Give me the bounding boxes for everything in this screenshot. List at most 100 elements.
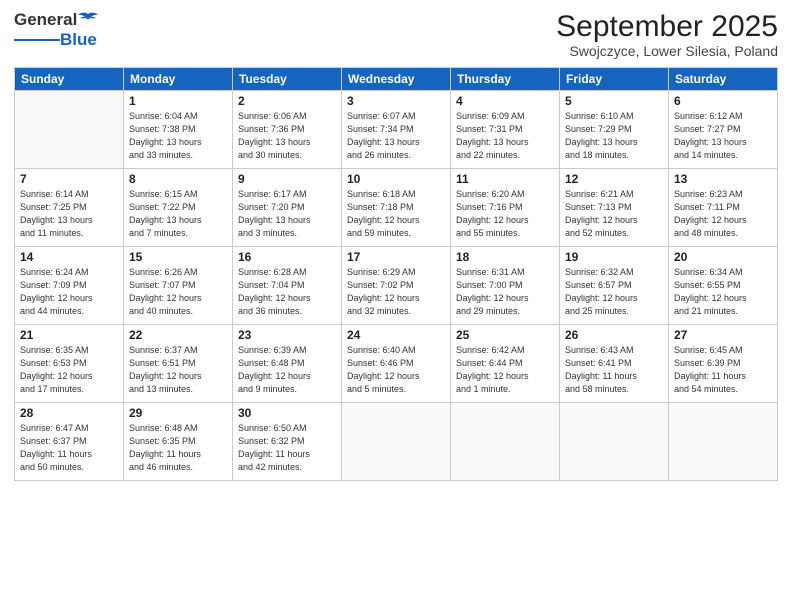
calendar-cell: 25Sunrise: 6:42 AMSunset: 6:44 PMDayligh… <box>451 325 560 403</box>
day-info: Sunrise: 6:23 AMSunset: 7:11 PMDaylight:… <box>674 188 772 240</box>
calendar-cell: 15Sunrise: 6:26 AMSunset: 7:07 PMDayligh… <box>124 247 233 325</box>
day-info: Sunrise: 6:32 AMSunset: 6:57 PMDaylight:… <box>565 266 663 318</box>
day-number: 19 <box>565 250 663 264</box>
day-number: 30 <box>238 406 336 420</box>
day-info: Sunrise: 6:31 AMSunset: 7:00 PMDaylight:… <box>456 266 554 318</box>
weekday-header-row: SundayMondayTuesdayWednesdayThursdayFrid… <box>15 68 778 91</box>
calendar-cell <box>560 403 669 481</box>
calendar-cell: 11 Sunrise: 6:20 AMSunset: 7:16 PMDayligh… <box>451 169 560 247</box>
day-number: 26 <box>565 328 663 342</box>
calendar-cell: 12Sunrise: 6:21 AMSunset: 7:13 PMDayligh… <box>560 169 669 247</box>
day-info: Sunrise: 6:06 AMSunset: 7:36 PMDaylight:… <box>238 110 336 162</box>
day-number: 10 <box>347 172 445 186</box>
calendar-cell: 16 Sunrise: 6:28 AMSunset: 7:04 PMDayligh… <box>233 247 342 325</box>
day-number: 27 <box>674 328 772 342</box>
calendar-cell: 22 Sunrise: 6:37 AMSunset: 6:51 PMDayligh… <box>124 325 233 403</box>
day-number: 14 <box>20 250 118 264</box>
day-info: Sunrise: 6:40 AMSunset: 6:46 PMDaylight:… <box>347 344 445 396</box>
day-info: Sunrise: 6:24 AMSunset: 7:09 PMDaylight:… <box>20 266 118 318</box>
day-number: 12 <box>565 172 663 186</box>
calendar-cell: 23 Sunrise: 6:39 AMSunset: 6:48 PMDayligh… <box>233 325 342 403</box>
day-info: Sunrise: 6:18 AMSunset: 7:18 PMDaylight:… <box>347 188 445 240</box>
calendar-week-row: 28Sunrise: 6:47 AMSunset: 6:37 PMDayligh… <box>15 403 778 481</box>
day-number: 23 <box>238 328 336 342</box>
day-info: Sunrise: 6:50 AMSunset: 6:32 PMDaylight:… <box>238 422 336 474</box>
day-info: Sunrise: 6:43 AMSunset: 6:41 PMDaylight:… <box>565 344 663 396</box>
calendar-cell: 6Sunrise: 6:12 AMSunset: 7:27 PMDaylight… <box>669 91 778 169</box>
logo-bird-icon <box>78 12 98 28</box>
day-info: Sunrise: 6:09 AMSunset: 7:31 PMDaylight:… <box>456 110 554 162</box>
weekday-header-tuesday: Tuesday <box>233 68 342 91</box>
day-info: Sunrise: 6:07 AMSunset: 7:34 PMDaylight:… <box>347 110 445 162</box>
logo-blue: Blue <box>60 30 97 50</box>
calendar-week-row: 21Sunrise: 6:35 AMSunset: 6:53 PMDayligh… <box>15 325 778 403</box>
day-info: Sunrise: 6:42 AMSunset: 6:44 PMDaylight:… <box>456 344 554 396</box>
day-number: 16 <box>238 250 336 264</box>
weekday-header-sunday: Sunday <box>15 68 124 91</box>
logo: General Blue <box>14 10 99 50</box>
day-number: 22 <box>129 328 227 342</box>
calendar-cell: 8 Sunrise: 6:15 AMSunset: 7:22 PMDaylight… <box>124 169 233 247</box>
day-number: 18 <box>456 250 554 264</box>
day-number: 2 <box>238 94 336 108</box>
calendar-cell <box>15 91 124 169</box>
day-number: 9 <box>238 172 336 186</box>
calendar-cell: 27 Sunrise: 6:45 AMSunset: 6:39 PMDayligh… <box>669 325 778 403</box>
day-number: 1 <box>129 94 227 108</box>
title-block: September 2025 Swojczyce, Lower Silesia,… <box>556 10 778 59</box>
calendar-cell: 14 Sunrise: 6:24 AMSunset: 7:09 PMDayligh… <box>15 247 124 325</box>
day-info: Sunrise: 6:35 AMSunset: 6:53 PMDaylight:… <box>20 344 118 396</box>
calendar-table: SundayMondayTuesdayWednesdayThursdayFrid… <box>14 67 778 481</box>
day-info: Sunrise: 6:45 AMSunset: 6:39 PMDaylight:… <box>674 344 772 396</box>
day-info: Sunrise: 6:04 AMSunset: 7:38 PMDaylight:… <box>129 110 227 162</box>
calendar-cell: 4 Sunrise: 6:09 AMSunset: 7:31 PMDaylight… <box>451 91 560 169</box>
calendar-cell: 29Sunrise: 6:48 AMSunset: 6:35 PMDayligh… <box>124 403 233 481</box>
calendar-cell: 26 Sunrise: 6:43 AMSunset: 6:41 PMDayligh… <box>560 325 669 403</box>
day-info: Sunrise: 6:37 AMSunset: 6:51 PMDaylight:… <box>129 344 227 396</box>
day-info: Sunrise: 6:12 AMSunset: 7:27 PMDaylight:… <box>674 110 772 162</box>
day-info: Sunrise: 6:14 AMSunset: 7:25 PMDaylight:… <box>20 188 118 240</box>
weekday-header-monday: Monday <box>124 68 233 91</box>
calendar-cell: 24 Sunrise: 6:40 AMSunset: 6:46 PMDayligh… <box>342 325 451 403</box>
calendar-cell: 5 Sunrise: 6:10 AMSunset: 7:29 PMDaylight… <box>560 91 669 169</box>
day-info: Sunrise: 6:20 AMSunset: 7:16 PMDaylight:… <box>456 188 554 240</box>
day-number: 5 <box>565 94 663 108</box>
location-subtitle: Swojczyce, Lower Silesia, Poland <box>556 43 778 59</box>
calendar-cell: 2 Sunrise: 6:06 AMSunset: 7:36 PMDaylight… <box>233 91 342 169</box>
day-info: Sunrise: 6:47 AMSunset: 6:37 PMDaylight:… <box>20 422 118 474</box>
day-number: 11 <box>456 172 554 186</box>
day-number: 3 <box>347 94 445 108</box>
weekday-header-wednesday: Wednesday <box>342 68 451 91</box>
calendar-cell: 18 Sunrise: 6:31 AMSunset: 7:00 PMDayligh… <box>451 247 560 325</box>
calendar-week-row: 14 Sunrise: 6:24 AMSunset: 7:09 PMDayligh… <box>15 247 778 325</box>
calendar-cell: 19 Sunrise: 6:32 AMSunset: 6:57 PMDayligh… <box>560 247 669 325</box>
calendar-week-row: 1 Sunrise: 6:04 AMSunset: 7:38 PMDaylight… <box>15 91 778 169</box>
day-info: Sunrise: 6:10 AMSunset: 7:29 PMDaylight:… <box>565 110 663 162</box>
calendar-cell: 17Sunrise: 6:29 AMSunset: 7:02 PMDayligh… <box>342 247 451 325</box>
day-number: 13 <box>674 172 772 186</box>
weekday-header-saturday: Saturday <box>669 68 778 91</box>
day-number: 4 <box>456 94 554 108</box>
calendar-cell <box>451 403 560 481</box>
calendar-cell: 21Sunrise: 6:35 AMSunset: 6:53 PMDayligh… <box>15 325 124 403</box>
day-info: Sunrise: 6:28 AMSunset: 7:04 PMDaylight:… <box>238 266 336 318</box>
day-info: Sunrise: 6:15 AMSunset: 7:22 PMDaylight:… <box>129 188 227 240</box>
calendar-cell: 20Sunrise: 6:34 AMSunset: 6:55 PMDayligh… <box>669 247 778 325</box>
logo-general: General <box>14 10 77 30</box>
calendar-cell: 30 Sunrise: 6:50 AMSunset: 6:32 PMDayligh… <box>233 403 342 481</box>
calendar-cell: 10 Sunrise: 6:18 AMSunset: 7:18 PMDayligh… <box>342 169 451 247</box>
weekday-header-friday: Friday <box>560 68 669 91</box>
day-info: Sunrise: 6:34 AMSunset: 6:55 PMDaylight:… <box>674 266 772 318</box>
day-info: Sunrise: 6:48 AMSunset: 6:35 PMDaylight:… <box>129 422 227 474</box>
calendar-page: General Blue September 2025 Swojczyce, L… <box>0 0 792 612</box>
month-year-title: September 2025 <box>556 10 778 43</box>
calendar-week-row: 7Sunrise: 6:14 AMSunset: 7:25 PMDaylight… <box>15 169 778 247</box>
weekday-header-thursday: Thursday <box>451 68 560 91</box>
calendar-cell <box>342 403 451 481</box>
day-number: 8 <box>129 172 227 186</box>
day-number: 24 <box>347 328 445 342</box>
day-number: 15 <box>129 250 227 264</box>
day-info: Sunrise: 6:39 AMSunset: 6:48 PMDaylight:… <box>238 344 336 396</box>
calendar-cell: 1 Sunrise: 6:04 AMSunset: 7:38 PMDaylight… <box>124 91 233 169</box>
day-number: 17 <box>347 250 445 264</box>
